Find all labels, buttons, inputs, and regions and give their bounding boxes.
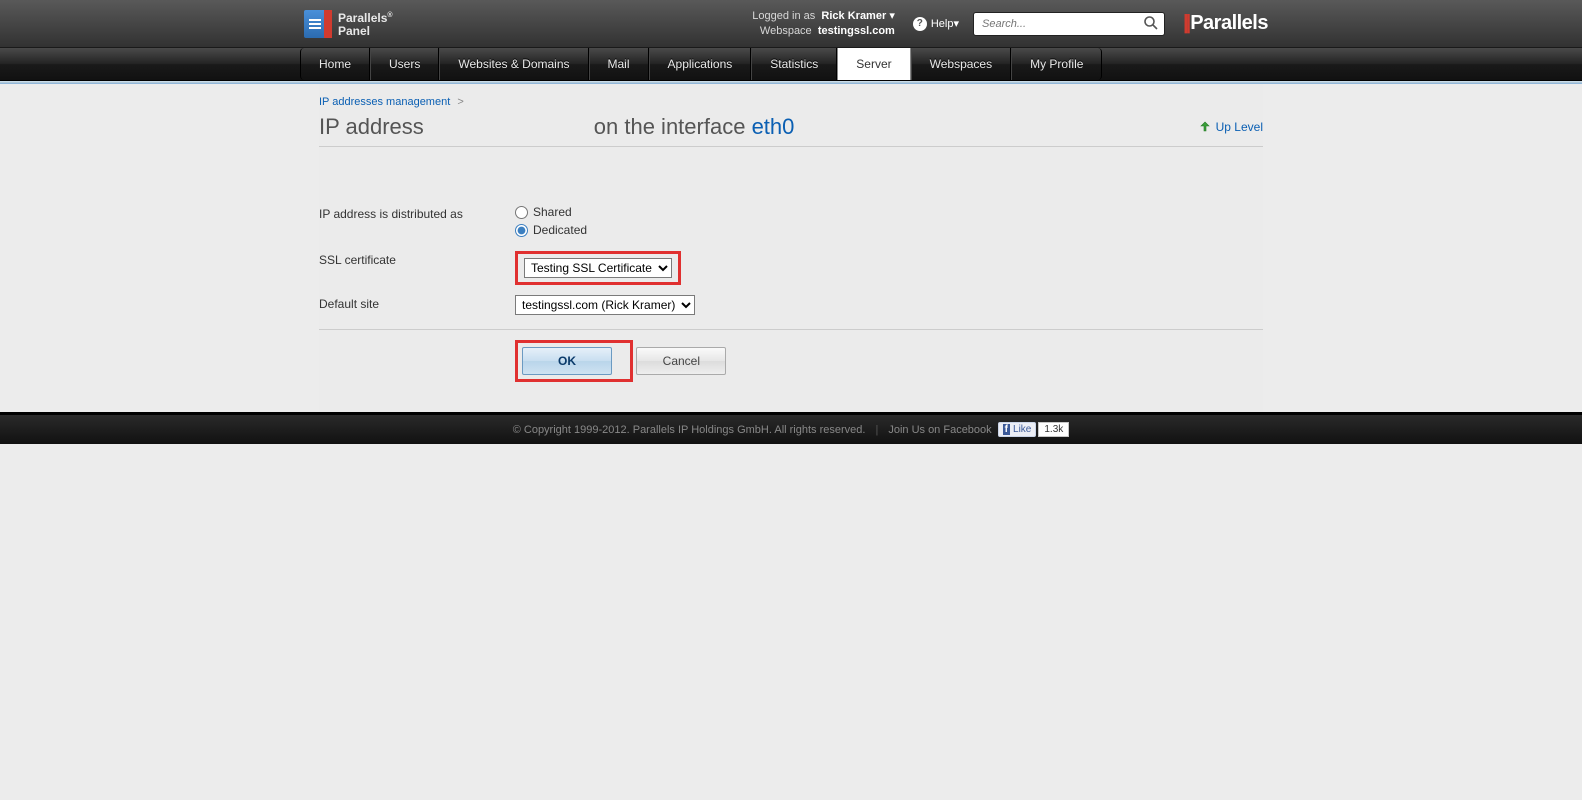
webspace-value: testingssl.com [818, 25, 895, 37]
interface-name: eth0 [752, 114, 795, 139]
help-icon: ? [913, 17, 927, 31]
page-title-row: IP address on the interface eth0 Up Leve… [319, 114, 1263, 147]
cancel-button[interactable]: Cancel [636, 347, 726, 375]
ip-form: IP address is distributed as Shared Dedi… [319, 205, 1263, 330]
breadcrumb: IP addresses management > [319, 96, 1263, 108]
radio-dedicated-input[interactable] [515, 224, 528, 237]
up-level-link[interactable]: Up Level [1198, 120, 1263, 134]
radio-shared[interactable]: Shared [515, 205, 1263, 219]
nav-tab-my-profile[interactable]: My Profile [1011, 48, 1102, 80]
logged-in-label: Logged in as [752, 10, 815, 22]
chevron-down-icon: ▾ [889, 10, 895, 22]
page-subtitle: on the interface eth0 [594, 114, 795, 140]
facebook-like-button[interactable]: fLike [998, 422, 1037, 437]
chevron-down-icon: ▾ [953, 17, 959, 30]
ok-highlight: OK [515, 340, 633, 382]
search-input[interactable] [973, 12, 1165, 36]
breadcrumb-sep: > [457, 96, 463, 108]
user-info[interactable]: Logged in as Rick Kramer ▾ Webspace test… [752, 9, 895, 39]
user-name: Rick Kramer [821, 10, 886, 22]
help-menu[interactable]: ? Help ▾ [913, 17, 959, 31]
main-nav: HomeUsersWebsites & DomainsMailApplicati… [0, 48, 1582, 81]
ssl-label: SSL certificate [319, 251, 515, 267]
radio-shared-input[interactable] [515, 206, 528, 219]
brand-mark: ||Parallels [1183, 12, 1558, 35]
top-header: Parallels®Panel Logged in as Rick Kramer… [0, 0, 1582, 48]
nav-tab-users[interactable]: Users [370, 48, 439, 80]
facebook-icon: f [1003, 424, 1010, 435]
nav-tab-websites-domains[interactable]: Websites & Domains [439, 48, 588, 80]
distribution-label: IP address is distributed as [319, 205, 515, 221]
ssl-highlight: Testing SSL Certificate [515, 251, 681, 285]
parallels-panel-icon [304, 10, 332, 38]
page-title: IP address [319, 114, 424, 140]
nav-tab-webspaces[interactable]: Webspaces [911, 48, 1011, 80]
ssl-certificate-select[interactable]: Testing SSL Certificate [524, 258, 672, 278]
page-content: IP addresses management > IP address on … [319, 84, 1263, 412]
page-footer: © Copyright 1999-2012. Parallels IP Hold… [0, 412, 1582, 444]
up-arrow-icon [1198, 120, 1212, 134]
default-site-select[interactable]: testingssl.com (Rick Kramer) [515, 295, 695, 315]
copyright-text: © Copyright 1999-2012. Parallels IP Hold… [513, 424, 866, 436]
facebook-like-count: 1.3k [1038, 422, 1069, 437]
nav-tab-mail[interactable]: Mail [589, 48, 649, 80]
radio-dedicated[interactable]: Dedicated [515, 223, 1263, 237]
ok-button[interactable]: OK [522, 347, 612, 375]
webspace-label: Webspace [760, 25, 812, 37]
facebook-text: Join Us on Facebook [888, 424, 991, 436]
search-icon[interactable] [1143, 15, 1161, 33]
nav-tab-statistics[interactable]: Statistics [751, 48, 837, 80]
search-box [973, 12, 1165, 36]
nav-tab-server[interactable]: Server [837, 48, 910, 80]
breadcrumb-link[interactable]: IP addresses management [319, 96, 450, 108]
button-row: OK Cancel [319, 330, 1263, 382]
nav-tab-home[interactable]: Home [300, 48, 370, 80]
logo[interactable]: Parallels®Panel [24, 9, 393, 38]
default-site-label: Default site [319, 295, 515, 311]
nav-tab-applications[interactable]: Applications [649, 48, 752, 80]
logo-text: Parallels®Panel [338, 9, 393, 38]
